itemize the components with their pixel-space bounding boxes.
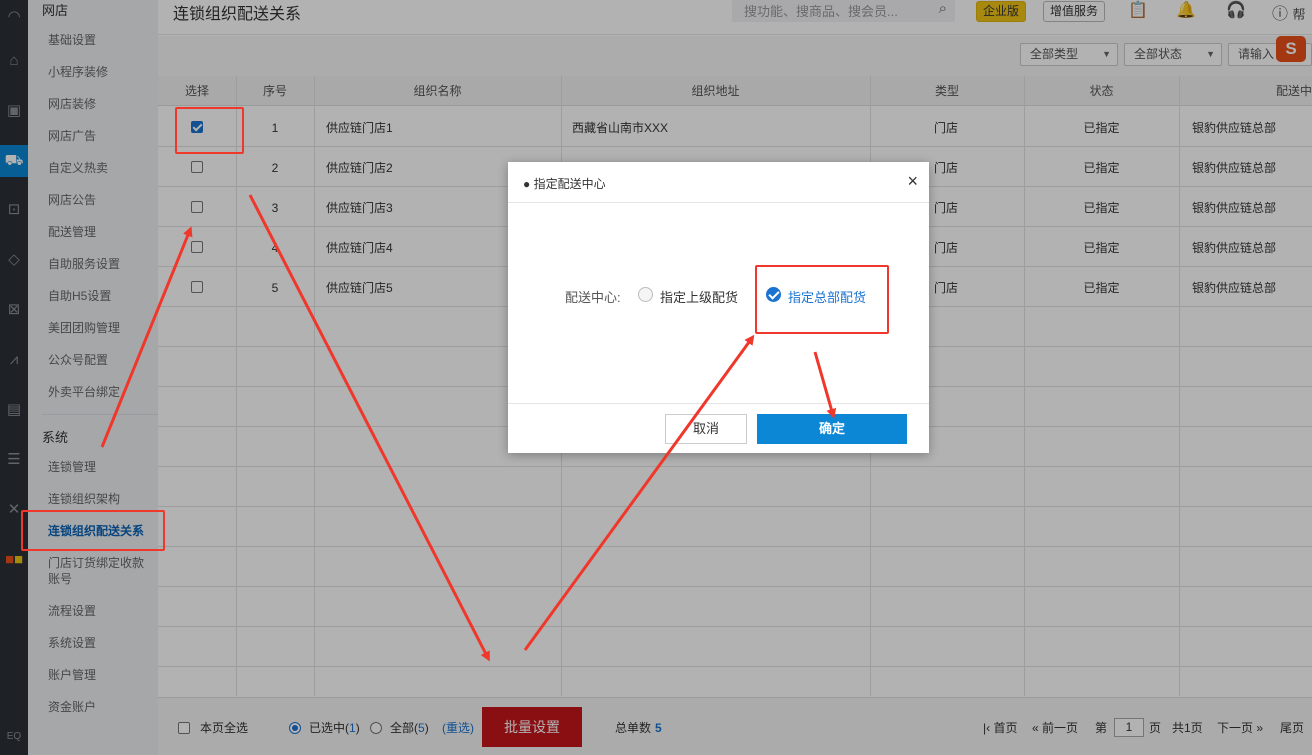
delivery-center-label: 配送中心:: [565, 290, 621, 305]
radio-unchecked-icon[interactable]: [638, 287, 653, 302]
cancel-button[interactable]: 取消: [665, 414, 747, 444]
highlight-row1-checkbox: [175, 107, 244, 154]
dialog-header: ● 指定配送中心 ×: [508, 162, 929, 203]
close-icon[interactable]: ×: [907, 170, 918, 192]
dialog-title: ● 指定配送中心: [523, 177, 606, 191]
option-parent-delivery-label: 指定上级配货: [660, 290, 739, 305]
highlight-sidebar-item: [21, 510, 165, 551]
highlight-hq-option: [755, 265, 889, 334]
app-window: ◠ ⌂ ▣ ⛟ ⊡ ◇ ⊠ ⩘ ▤ ☰ ✕ ■ ■ EQ 网店 基础设置 小程序装修…: [0, 0, 1312, 755]
confirm-button[interactable]: 确定: [757, 414, 907, 444]
dialog-footer-divider: [508, 403, 929, 404]
